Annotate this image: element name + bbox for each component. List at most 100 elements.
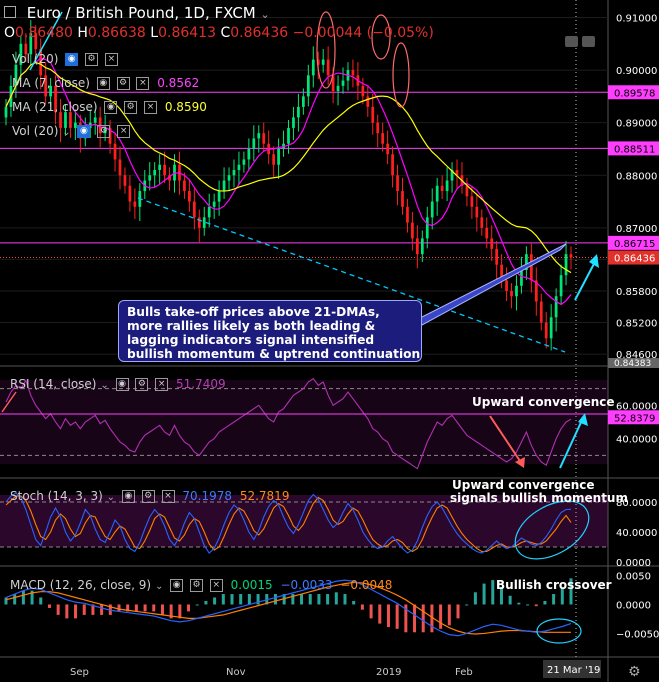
rsi-legend[interactable]: RSI (14, close) ⌄ ◉ ⚙ × 51.7409 bbox=[10, 377, 226, 391]
remove-close-icon[interactable]: × bbox=[104, 53, 118, 66]
remove-close-icon[interactable]: × bbox=[117, 125, 131, 138]
ma7-legend[interactable]: MA (7, close) ◉ ⚙ × 0.8562 bbox=[12, 76, 199, 90]
remove-close-icon[interactable]: × bbox=[144, 101, 158, 114]
visibility-eye-icon[interactable]: ◉ bbox=[65, 53, 79, 66]
candle-body bbox=[475, 206, 479, 218]
macd-histogram-bar bbox=[230, 594, 234, 605]
ma7-value: 0.8562 bbox=[157, 76, 200, 90]
candle-body bbox=[163, 164, 166, 176]
macd-histogram-bar bbox=[239, 594, 243, 605]
candle-body bbox=[128, 185, 132, 202]
visibility-eye-icon[interactable]: ◉ bbox=[170, 579, 184, 592]
candle-body bbox=[490, 238, 494, 249]
chevron-down-icon[interactable]: ⌄ bbox=[62, 127, 70, 138]
macd-histogram-bar bbox=[386, 604, 390, 628]
macd-histogram-bar bbox=[160, 604, 164, 615]
macd-label: MACD (12, 26, close, 9) bbox=[10, 578, 152, 592]
candle-body bbox=[153, 170, 157, 176]
remove-close-icon[interactable]: × bbox=[209, 579, 223, 592]
stoch-legend[interactable]: Stoch (14, 3, 3) ⌄ ◉ ⚙ × 70.1978 52.7819 bbox=[10, 489, 289, 503]
open-label: O bbox=[4, 25, 16, 41]
chevron-down-icon[interactable]: ⌄ bbox=[155, 581, 163, 592]
candle-body bbox=[351, 70, 355, 76]
settings-gear-icon[interactable]: ⚙ bbox=[190, 579, 203, 592]
close-label: C bbox=[220, 25, 231, 41]
candle-body bbox=[192, 201, 196, 218]
macd-histogram-bar bbox=[82, 604, 86, 615]
chart-title[interactable]: Euro / British Pound, 1D, FXCM ⌄ bbox=[4, 4, 270, 22]
settings-gear-icon[interactable]: ⚙ bbox=[628, 664, 641, 680]
candle-body bbox=[435, 185, 439, 202]
macd-histogram-bar bbox=[65, 604, 69, 619]
chevron-down-icon[interactable]: ⌄ bbox=[100, 380, 108, 391]
time-axis-label: Nov bbox=[226, 667, 246, 678]
rsi-tick-label: 40.0000 bbox=[616, 435, 657, 446]
macd-histogram-bar bbox=[491, 580, 495, 605]
visibility-eye-icon[interactable]: ◉ bbox=[77, 125, 91, 138]
candle-body bbox=[425, 217, 429, 239]
ma21-value: 0.8590 bbox=[164, 100, 207, 114]
macd-note: Bullish crossover bbox=[496, 578, 612, 592]
candle-body bbox=[158, 164, 162, 171]
macd-histogram-bar bbox=[100, 604, 104, 615]
candle-body bbox=[148, 175, 152, 181]
candle-body bbox=[252, 138, 256, 149]
scale-up-button[interactable] bbox=[582, 36, 595, 47]
macd-histogram-bar bbox=[117, 604, 121, 612]
open-value: 0.86480 bbox=[15, 25, 73, 41]
candle-body bbox=[470, 196, 474, 207]
settings-gear-icon[interactable]: ⚙ bbox=[141, 490, 155, 503]
macd-histogram-bar bbox=[134, 604, 138, 612]
macd-histogram-bar bbox=[47, 604, 51, 608]
visibility-eye-icon[interactable]: ◉ bbox=[104, 101, 118, 114]
candle-body bbox=[391, 154, 394, 176]
rsi-note: Upward convergence bbox=[472, 395, 615, 409]
rsi-current-label: 52.8379 bbox=[614, 413, 655, 424]
candle-body bbox=[217, 191, 221, 202]
macd-histogram-bar bbox=[465, 604, 469, 606]
candle-body bbox=[495, 248, 499, 265]
macd-histogram-bar bbox=[39, 597, 43, 605]
visibility-eye-icon[interactable]: ◉ bbox=[115, 378, 129, 391]
candle-body bbox=[381, 133, 385, 144]
analysis-callout: Bulls take-off prices above 21-DMAs, mor… bbox=[118, 300, 422, 362]
settings-gear-icon[interactable]: ⚙ bbox=[97, 125, 111, 138]
candle-body bbox=[287, 127, 290, 144]
chevron-down-icon[interactable]: ⌄ bbox=[107, 492, 115, 503]
candle-body bbox=[237, 164, 241, 171]
macd-histogram-bar bbox=[143, 604, 147, 612]
candle-body bbox=[529, 254, 533, 281]
price-tick-label: 0.85200 bbox=[616, 319, 657, 330]
macd-legend[interactable]: MACD (12, 26, close, 9) ⌄ ◉ ⚙ × 0.0015 −… bbox=[10, 578, 392, 592]
level-label: 0.89578 bbox=[614, 88, 655, 99]
macd-histogram-bar bbox=[204, 600, 208, 605]
candle-body bbox=[257, 133, 261, 139]
macd-histogram-bar bbox=[343, 594, 347, 605]
remove-close-icon[interactable]: × bbox=[155, 378, 169, 391]
settings-gear-icon[interactable]: ⚙ bbox=[85, 53, 99, 66]
settings-gear-icon[interactable]: ⚙ bbox=[116, 77, 130, 90]
ma21-label: MA (21, close) bbox=[12, 100, 98, 114]
settings-gear-icon[interactable]: ⚙ bbox=[135, 378, 149, 391]
scale-down-button[interactable] bbox=[565, 36, 578, 47]
macd-histogram-bar bbox=[300, 594, 304, 605]
candle-body bbox=[188, 191, 191, 202]
remove-close-icon[interactable]: × bbox=[136, 77, 150, 90]
candle-body bbox=[93, 117, 97, 123]
candle-body bbox=[232, 170, 236, 176]
candle-body bbox=[406, 206, 409, 223]
settings-gear-icon[interactable]: ⚙ bbox=[124, 101, 138, 114]
vol-legend[interactable]: Vol (20) ◉ ⚙ × bbox=[12, 52, 118, 66]
visibility-eye-icon[interactable]: ◉ bbox=[121, 490, 135, 503]
candle-body bbox=[222, 180, 226, 192]
visibility-eye-icon[interactable]: ◉ bbox=[96, 77, 110, 90]
candle-body bbox=[539, 301, 543, 323]
ma21-legend[interactable]: MA (21, close) ◉ ⚙ × 0.8590 bbox=[12, 100, 207, 114]
candle-body bbox=[430, 201, 434, 218]
remove-close-icon[interactable]: × bbox=[161, 490, 175, 503]
vol2-legend[interactable]: Vol (20) ⌄ ◉ ⚙ × bbox=[12, 124, 131, 138]
macd-histogram-bar bbox=[13, 594, 17, 605]
macd-histogram-bar bbox=[187, 604, 191, 612]
candle-body bbox=[272, 154, 276, 165]
chevron-down-icon[interactable]: ⌄ bbox=[261, 8, 270, 21]
